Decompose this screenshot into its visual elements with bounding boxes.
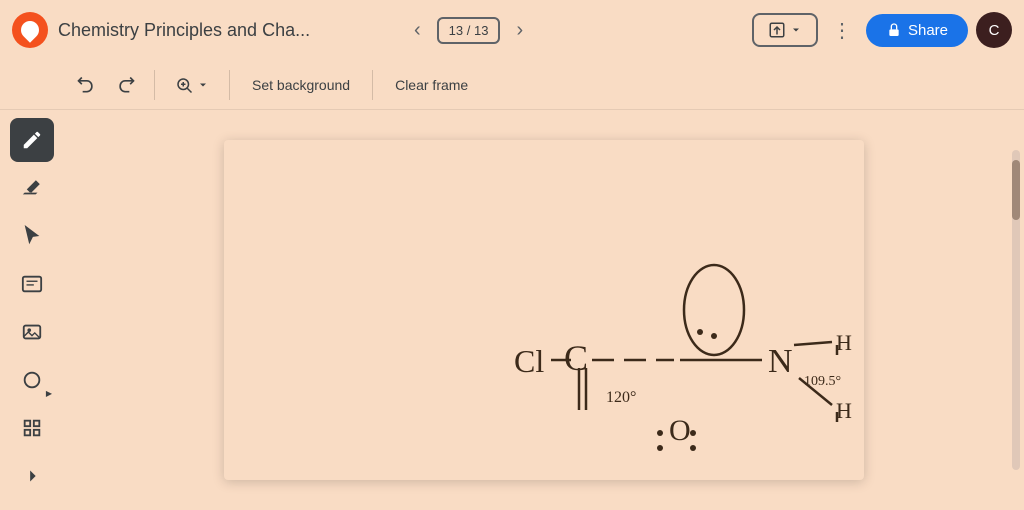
shape-icon [21,369,43,391]
logo-icon [17,17,42,42]
redo-icon [116,75,136,95]
header-right-actions: ⋮ Share C [752,12,1012,49]
toolbar: Set background Clear frame [0,60,1024,110]
vertical-scrollbar[interactable] [1012,150,1020,470]
image-icon [21,321,43,343]
svg-text:120°: 120° [606,389,636,406]
share-label: Share [908,22,948,39]
zoom-dropdown-icon [197,79,209,91]
more-tools-button[interactable] [10,454,54,498]
undo-button[interactable] [70,69,102,101]
shape-dropdown-arrow: ▶ [46,389,52,398]
zoom-button[interactable] [167,72,217,98]
svg-text:O: O [669,414,691,447]
undo-icon [76,75,96,95]
app-header: Chemistry Principles and Cha... ‹ 13 / 1… [0,0,1024,60]
set-background-button[interactable]: Set background [242,71,360,99]
canvas-slide[interactable]: C Cl N 120° 109.5° [224,140,864,480]
left-sidebar: ▶ [0,110,64,510]
share-button[interactable]: Share [866,14,968,47]
pen-tool-button[interactable] [10,118,54,162]
svg-text:N: N [768,343,793,380]
select-icon [21,225,43,247]
frame-icon [21,417,43,439]
canvas-container[interactable]: C Cl N 120° 109.5° [64,110,1024,510]
toolbar-divider-2 [229,70,230,100]
frame-tool-button[interactable] [10,406,54,450]
pen-icon [21,129,43,151]
eraser-icon [21,177,43,199]
svg-text:H: H [836,330,852,355]
page-indicator: 13 / 13 [437,17,501,44]
image-tool-button[interactable] [10,310,54,354]
toolbar-divider-1 [154,70,155,100]
main-area: ▶ [0,110,1024,510]
clear-frame-button[interactable]: Clear frame [385,71,478,99]
lock-icon [886,22,902,38]
scrollbar-thumb[interactable] [1012,160,1020,220]
dropdown-arrow-icon [790,24,802,36]
user-avatar[interactable]: C [976,12,1012,48]
svg-text:C: C [564,338,588,378]
toolbar-divider-3 [372,70,373,100]
text-tool-button[interactable] [10,262,54,306]
redo-button[interactable] [110,69,142,101]
svg-text:H: H [836,398,852,423]
document-title: Chemistry Principles and Cha... [58,20,398,41]
svg-text:Cl: Cl [514,343,544,379]
zoom-icon [175,76,193,94]
more-tools-icon [21,465,43,487]
next-slide-button[interactable]: › [510,13,529,48]
upload-button[interactable] [752,13,818,47]
upload-icon [768,21,786,39]
eraser-tool-button[interactable] [10,166,54,210]
more-options-button[interactable]: ⋮ [826,12,858,49]
shape-tool-button[interactable]: ▶ [10,358,54,402]
select-tool-button[interactable] [10,214,54,258]
text-icon [21,273,43,295]
chemistry-drawing: C Cl N 120° 109.5° [224,140,864,480]
prev-slide-button[interactable]: ‹ [408,13,427,48]
app-logo [12,12,48,48]
